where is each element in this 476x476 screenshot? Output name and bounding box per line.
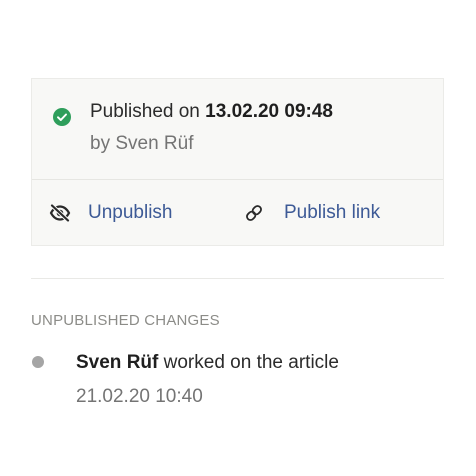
check-circle-icon: [53, 108, 71, 126]
publish-panel: Published on 13.02.20 09:48 by Sven Rüf …: [0, 0, 476, 476]
publish-status-card: Published on 13.02.20 09:48 by Sven Rüf …: [31, 78, 444, 246]
change-bullet: [32, 356, 44, 368]
change-author: Sven Rüf: [76, 352, 159, 373]
published-on-label: Published on: [90, 101, 200, 122]
change-description: Sven Rüf worked on the article: [76, 352, 339, 374]
change-action: worked on the article: [163, 352, 339, 373]
publish-actions: Unpublish Publish link: [32, 180, 443, 246]
publish-link-label: Publish link: [284, 202, 381, 223]
publish-status-text: Published on 13.02.20 09:48: [90, 101, 333, 123]
published-datetime: 13.02.20 09:48: [205, 101, 333, 122]
published-by: by Sven Rüf: [90, 133, 194, 154]
publish-link-button[interactable]: Publish link: [244, 200, 380, 226]
change-datetime: 21.02.20 10:40: [76, 386, 203, 407]
eye-off-icon: [49, 204, 71, 222]
unpublished-changes-title: UNPUBLISHED CHANGES: [31, 312, 220, 329]
unpublish-label: Unpublish: [88, 202, 173, 223]
unpublish-button[interactable]: Unpublish: [49, 200, 173, 226]
section-divider: [31, 278, 444, 279]
publish-status-row: Published on 13.02.20 09:48 by Sven Rüf: [32, 79, 443, 180]
link-icon: [244, 203, 264, 223]
